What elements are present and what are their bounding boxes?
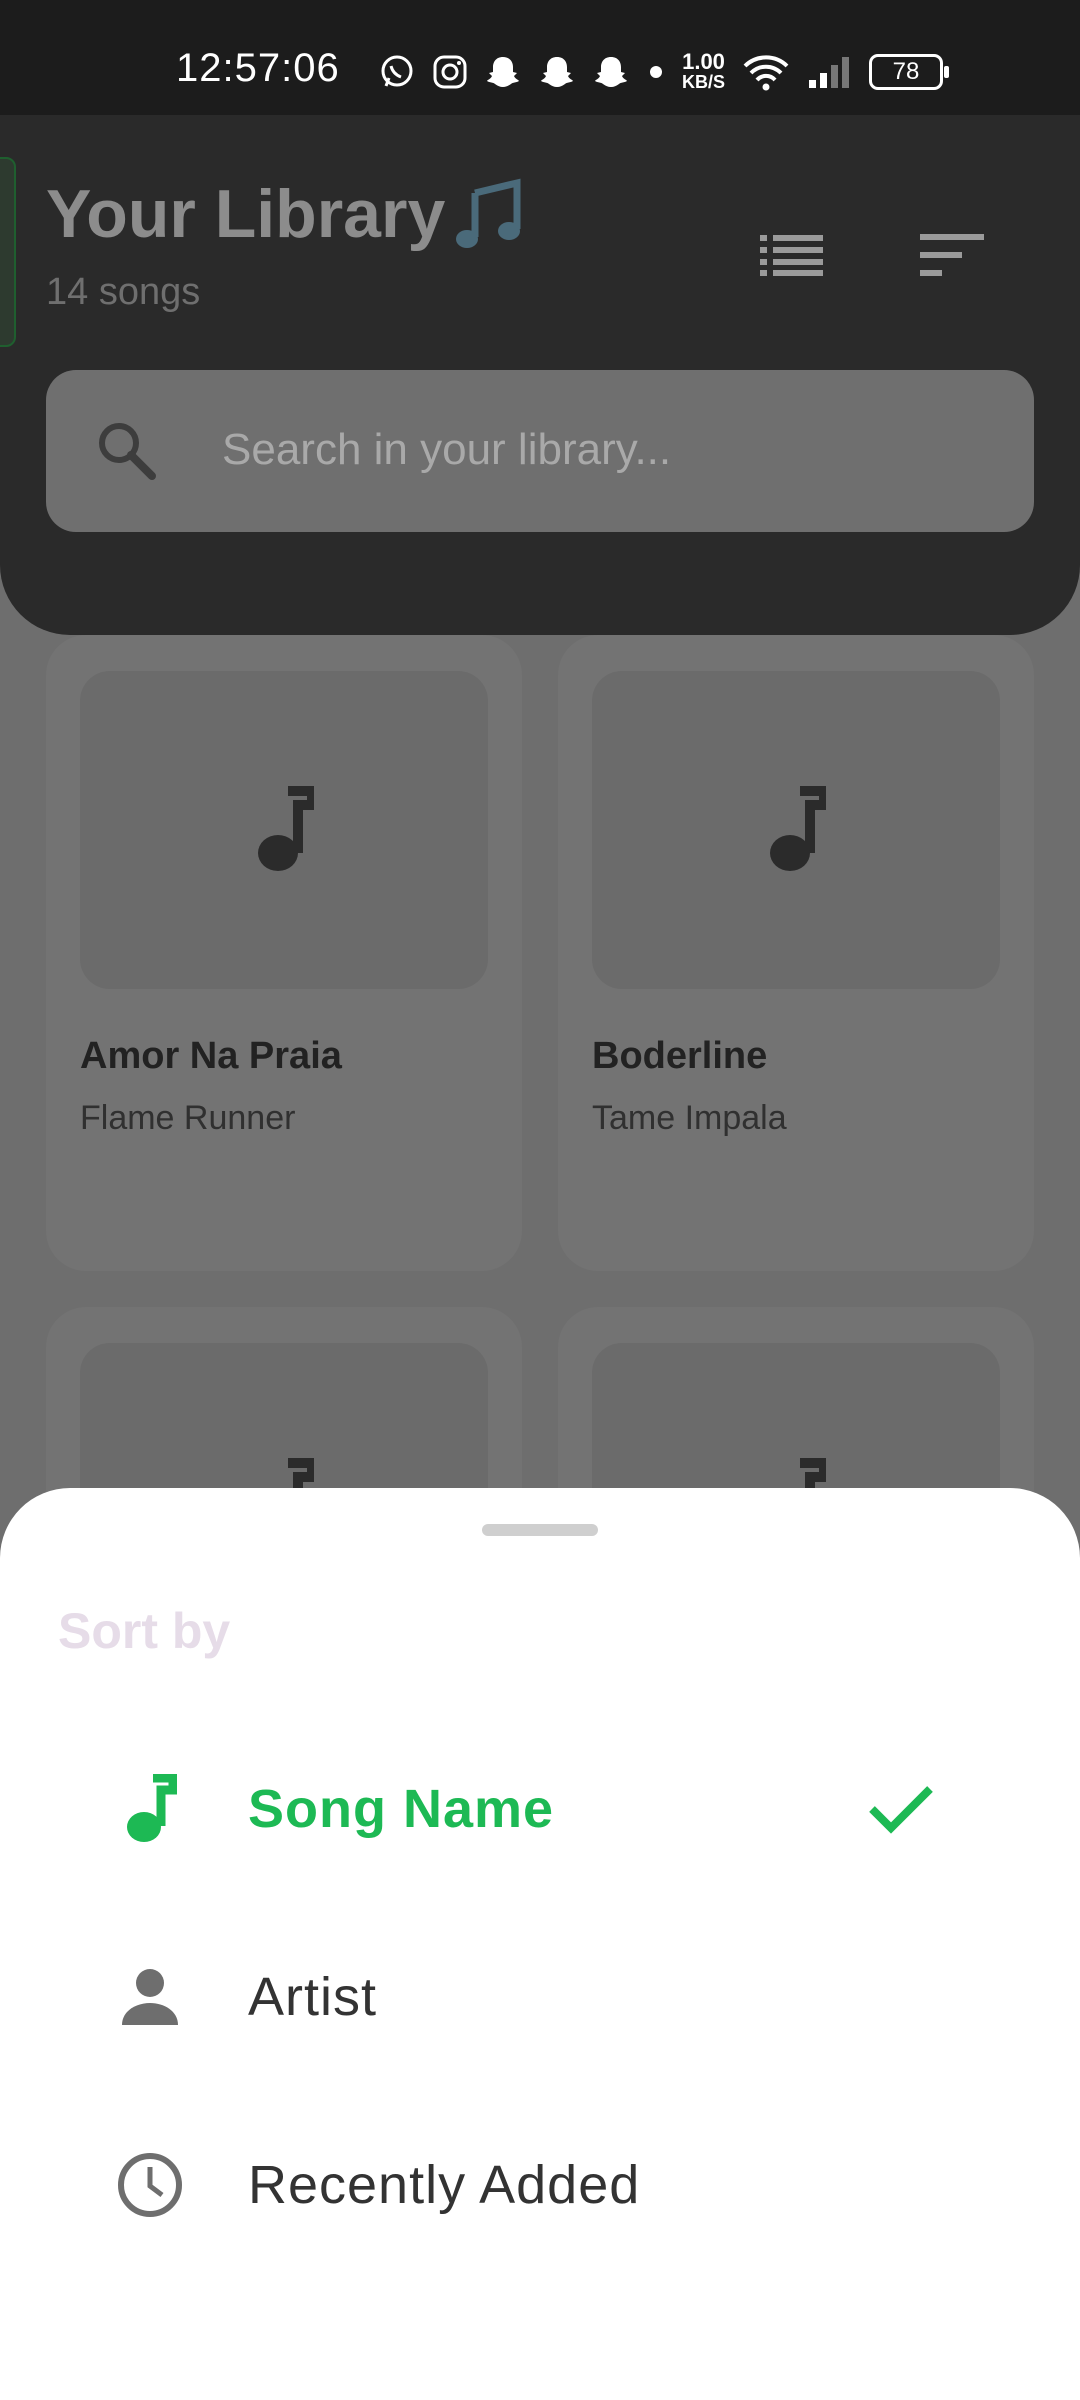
page-title: Your Library [46,176,446,252]
wifi-icon [743,55,789,91]
drag-handle[interactable] [482,1524,598,1536]
person-icon [110,1957,190,2037]
net-speed: 1.00 KB/S [682,49,726,93]
battery-level: 78 [892,58,920,85]
song-title: Boderline [592,1035,768,1077]
clock-icon [110,2145,190,2225]
song-title: Amor Na Praia [80,1035,342,1077]
music-note-icon [770,786,826,871]
song-artist: Flame Runner [80,1099,296,1137]
sort-bottom-sheet: Sort by Song Name Artist Recently Added [0,1488,1080,2400]
instagram-icon [433,55,467,89]
battery-icon: 78 [869,54,950,90]
sort-option-recently-added[interactable]: Recently Added [0,2100,1080,2270]
song-card[interactable]: Boderline Tame Impala [558,635,1034,1271]
song-card[interactable]: Amor Na Praia Flame Runner [46,635,522,1271]
music-note-icon [110,1769,190,1849]
signal-icon [809,57,850,88]
side-tab[interactable] [0,157,16,347]
album-art [592,671,1000,989]
music-note-icon [456,178,521,248]
library-header: Your Library 14 songs [0,115,1080,635]
search-icon [99,423,156,480]
song-count: 14 songs [46,271,201,313]
song-artist: Tame Impala [592,1099,787,1137]
sort-option-song-name[interactable]: Song Name [0,1724,1080,1894]
snapchat-icon [595,57,627,87]
net-speed-value: 1.00 [682,49,725,74]
check-icon [869,1786,933,1834]
status-bar: 12:57:06 1.00 KB/S 78 [0,0,1080,115]
list-view-icon [760,235,823,276]
whatsapp-icon [381,55,413,87]
sort-option-label: Artist [248,1967,378,2027]
sort-option-artist[interactable]: Artist [0,1912,1080,2082]
sheet-title: Sort by [58,1603,231,1659]
net-speed-unit: KB/S [682,72,726,92]
sort-option-label: Song Name [248,1779,555,1839]
search-input[interactable] [222,420,982,480]
music-note-icon [258,786,314,871]
snapchat-icon [487,57,519,87]
list-view-button[interactable] [752,215,832,295]
snapchat-icon [541,57,573,87]
dot-icon [650,66,662,78]
album-art [80,671,488,989]
sort-button[interactable] [912,215,992,295]
status-time: 12:57:06 [176,46,340,90]
sort-icon [920,234,984,276]
status-icons: 1.00 KB/S 78 [378,48,950,96]
sort-option-label: Recently Added [248,2155,641,2215]
search-bar[interactable] [46,370,1034,532]
